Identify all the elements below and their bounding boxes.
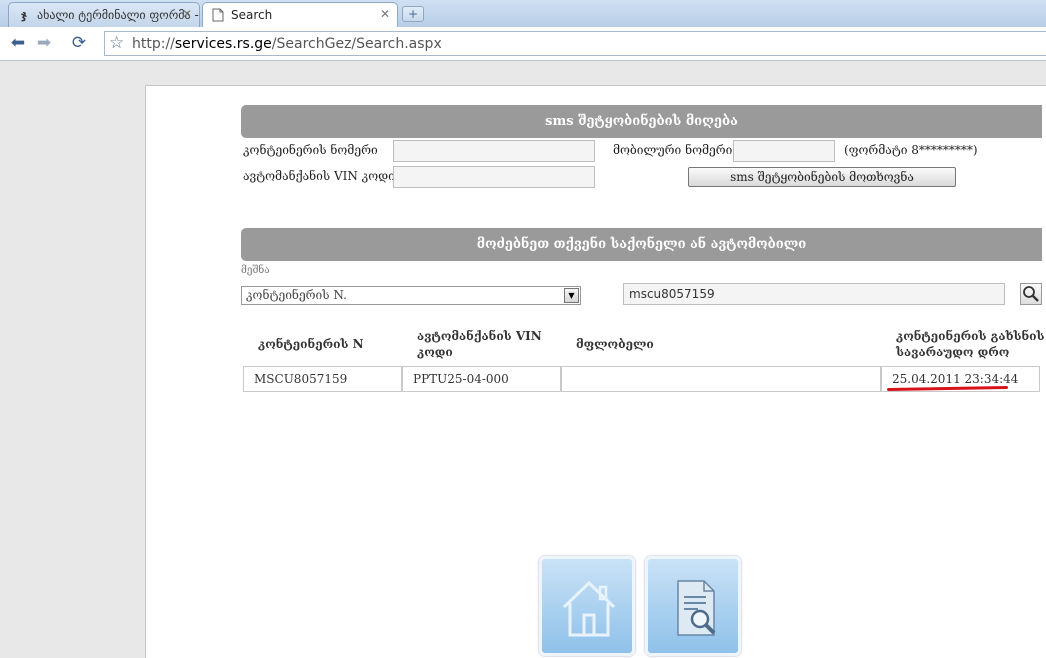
mobile-number-input[interactable] [733, 140, 835, 162]
table-cell-vin: PPTU25-04-000 [402, 366, 561, 392]
document-search-button[interactable] [645, 556, 741, 656]
search-field-label: მეშნა [241, 265, 270, 276]
home-button[interactable] [539, 556, 635, 656]
page-icon [211, 8, 225, 22]
sms-section-header: sms შეტყობინების მიღება [241, 105, 1042, 138]
browser-tab-bar: ჯ ახალი ტერმინალი ფორმა -... ✕ Search ✕ … [0, 0, 1046, 28]
chevron-down-icon[interactable]: ▼ [564, 288, 579, 303]
star-icon[interactable]: ☆ [109, 33, 124, 53]
table-cell-container: MSCU8057159 [243, 366, 402, 392]
search-type-select[interactable]: კონტეინერის N. ▼ [241, 286, 581, 305]
tab-search[interactable]: Search ✕ [202, 2, 398, 28]
container-number-input[interactable] [393, 140, 595, 162]
url-text: http://services.rs.ge/SearchGez/Search.a… [132, 36, 442, 52]
document-search-icon [677, 580, 716, 636]
search-section-header: მოძებნეთ თქვენი საქონელი ან ავტომობილი [241, 228, 1042, 261]
rs-logo-icon: ჯ [20, 8, 28, 22]
column-header-owner: მფლობელი [576, 337, 654, 351]
column-header-open-time: კონტეინერის გახსნის სავარაუდო დრო [896, 329, 1045, 359]
format-hint: (ფორმატი 8*********) [844, 143, 978, 157]
browser-toolbar: ⬅ ➡ ⟳ ☆ http://services.rs.ge/SearchGez/… [0, 27, 1046, 61]
back-icon[interactable]: ⬅ [7, 32, 29, 54]
container-number-label: კონტეინერის ნომერი [243, 143, 378, 157]
mobile-number-label: მობილური ნომერი [613, 143, 733, 157]
column-header-vin: ავტომანქანის VIN კოდი [417, 329, 542, 359]
new-tab-button[interactable]: + [402, 6, 424, 22]
close-icon[interactable]: ✕ [380, 7, 390, 21]
page-content: sms შეტყობინების მიღება კონტეინერის ნომე… [145, 85, 1046, 658]
tab-terminal-form[interactable]: ჯ ახალი ტერმინალი ფორმა -... ✕ [8, 2, 200, 27]
sms-request-button[interactable]: sms შეტყობინების მოთხოვნა [688, 167, 956, 187]
tab-title: ახალი ტერმინალი ფორმა -... [37, 8, 200, 22]
search-icon [1023, 286, 1039, 302]
column-header-container: კონტეინერის N [258, 337, 364, 351]
forward-icon[interactable]: ➡ [33, 32, 55, 54]
home-icon [562, 580, 616, 637]
vin-code-input[interactable] [393, 166, 595, 188]
reload-icon[interactable]: ⟳ [68, 32, 90, 54]
search-type-value: კონტეინერის N. [246, 288, 347, 302]
vin-code-label: ავტომანქანის VIN კოდი [243, 169, 395, 183]
address-bar[interactable]: ☆ http://services.rs.ge/SearchGez/Search… [104, 31, 1046, 56]
close-icon[interactable]: ✕ [182, 7, 192, 21]
search-query-input[interactable] [623, 283, 1005, 305]
table-cell-owner [561, 366, 881, 392]
tab-title: Search [231, 8, 273, 22]
search-button[interactable] [1020, 283, 1042, 305]
